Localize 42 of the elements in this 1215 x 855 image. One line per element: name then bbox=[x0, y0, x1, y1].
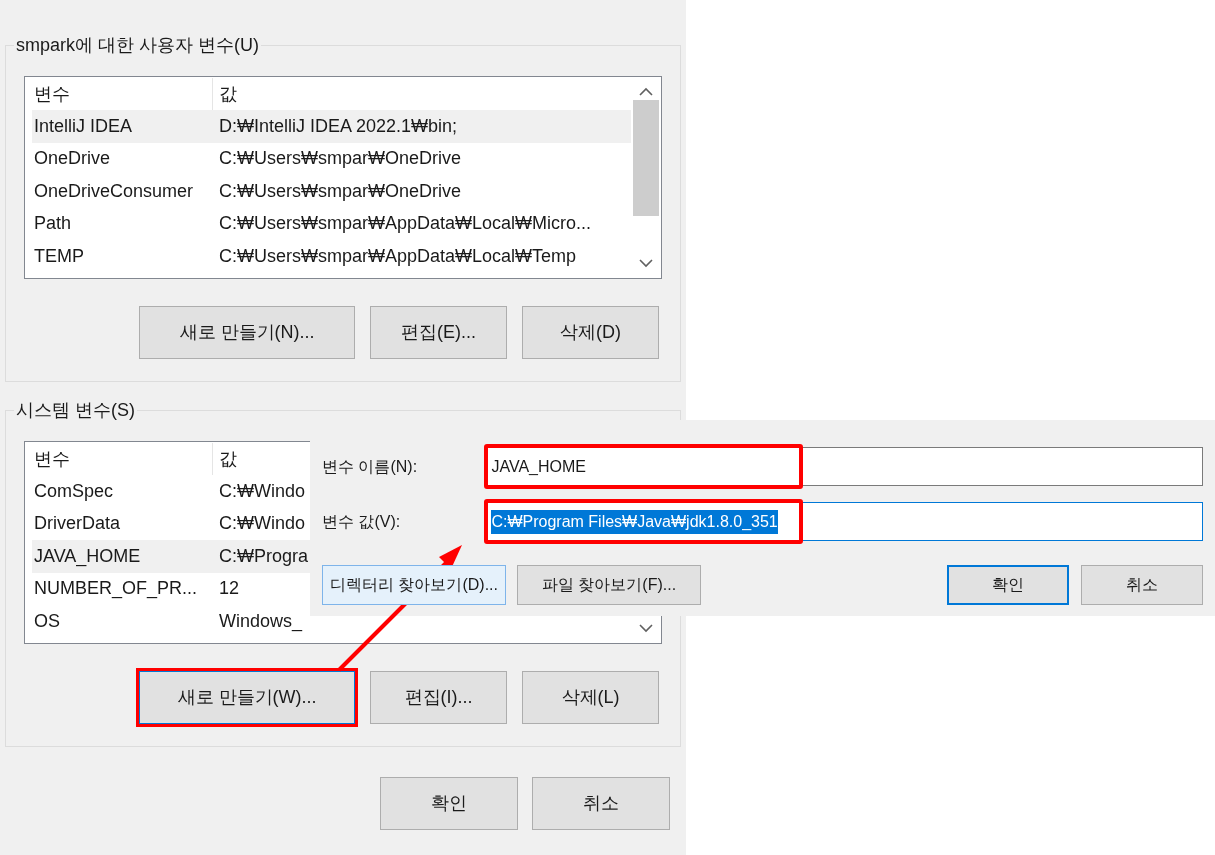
variable-name: OneDriveConsumer bbox=[33, 179, 195, 203]
variable-value: C:₩Windo bbox=[218, 479, 305, 503]
dialog-button[interactable]: 삭제(D) bbox=[522, 306, 659, 359]
variable-row[interactable]: IntelliJ IDEA D:₩IntelliJ IDEA 2022.1₩bin; bbox=[32, 110, 631, 143]
variable-value: C:₩Users₩smpar₩AppData₩Local₩Temp bbox=[218, 244, 577, 268]
dialog-button[interactable]: 편집(I)... bbox=[370, 671, 507, 724]
variable-name: ComSpec bbox=[33, 479, 115, 503]
variable-name: DriverData bbox=[33, 512, 122, 536]
dialog-button[interactable]: 확인 bbox=[380, 777, 518, 830]
field-label: 변수 이름(N): bbox=[322, 456, 419, 477]
scroll-down-icon[interactable] bbox=[639, 624, 653, 633]
variable-value: C:₩Users₩smpar₩OneDrive bbox=[218, 147, 461, 171]
variable-name: OneDrive bbox=[33, 147, 112, 171]
scroll-down-icon[interactable] bbox=[639, 259, 653, 268]
variable-value: C:₩Progra bbox=[218, 544, 308, 568]
scrollbar-thumb[interactable] bbox=[633, 99, 659, 216]
scroll-up-icon[interactable] bbox=[639, 87, 653, 96]
variable-name: NUMBER_OF_PR... bbox=[33, 577, 199, 601]
variable-value: 12 bbox=[218, 577, 240, 601]
dialog-button[interactable]: 취소 bbox=[1081, 565, 1203, 605]
browse-button[interactable]: 디렉터리 찾아보기(D)... bbox=[322, 565, 506, 605]
browse-button[interactable]: 파일 찾아보기(F)... bbox=[517, 565, 701, 605]
dialog-button[interactable]: 새로 만들기(W)... bbox=[139, 671, 355, 724]
variable-name: IntelliJ IDEA bbox=[33, 114, 134, 138]
dialog-button[interactable]: 삭제(L) bbox=[522, 671, 659, 724]
variable-value: C:₩Users₩smpar₩AppData₩Local₩Micro... bbox=[218, 212, 592, 236]
variable-name: TEMP bbox=[33, 244, 85, 268]
dialog-button[interactable]: 편집(E)... bbox=[370, 306, 507, 359]
dialog-button[interactable]: 확인 bbox=[947, 565, 1069, 605]
input-field[interactable]: C:₩Program Files₩Java₩jdk1.8.0_351 bbox=[485, 502, 1203, 541]
field-label: 변수 값(V): bbox=[322, 511, 402, 532]
variable-name: Path bbox=[33, 212, 73, 236]
variable-value: C:₩Windo bbox=[218, 512, 305, 536]
dialog-button[interactable]: 취소 bbox=[532, 777, 670, 830]
input-field[interactable]: JAVA_HOME bbox=[485, 447, 1203, 486]
variable-name: OS bbox=[33, 609, 61, 633]
variable-value: C:₩Users₩smpar₩OneDrive bbox=[218, 179, 461, 203]
variable-value: D:₩IntelliJ IDEA 2022.1₩bin; bbox=[218, 114, 458, 138]
dialog-button[interactable]: 새로 만들기(N)... bbox=[139, 306, 355, 359]
variable-name: JAVA_HOME bbox=[33, 544, 142, 569]
column-header[interactable]: 값 bbox=[213, 78, 631, 110]
variable-value: Windows_ bbox=[218, 609, 303, 634]
